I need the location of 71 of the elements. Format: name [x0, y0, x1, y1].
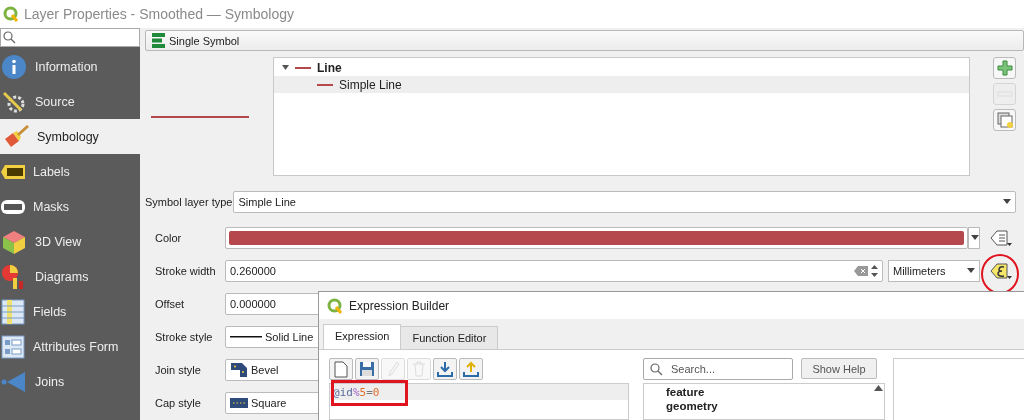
number-field[interactable]: 0.260000 [225, 260, 883, 282]
tab[interactable]: Function Editor [400, 326, 499, 349]
table-fields-icon [1, 298, 25, 325]
duplicate-icon [996, 112, 1013, 129]
dropdown-caret-icon [1003, 199, 1011, 205]
search-icon [650, 362, 663, 376]
save-icon [359, 361, 375, 377]
save-button[interactable] [355, 358, 379, 380]
sidebar-item[interactable]: Information [35, 59, 98, 74]
tree-item[interactable]: Simple Line [339, 78, 402, 92]
sidebar-item[interactable]: Attributes Form [33, 339, 119, 354]
sidebar-item[interactable]: Fields [33, 304, 67, 319]
pencil-icon [386, 361, 400, 377]
sidebar-item[interactable]: Masks [33, 199, 70, 214]
field-label: Offset [155, 298, 186, 311]
duplicate-layer-button[interactable] [993, 109, 1016, 132]
spin-arrows-icon [871, 265, 878, 277]
field-label: Color [155, 231, 183, 244]
sidebar-item[interactable]: Labels [33, 164, 70, 179]
show-help-button[interactable]: Show Help [801, 358, 877, 379]
plus-icon [996, 60, 1013, 77]
field-label: Join style [155, 364, 202, 377]
data-defined-override-button[interactable] [988, 260, 1014, 282]
unit-dropdown[interactable]: Millimeters [888, 260, 980, 282]
line-swatch-icon [295, 67, 311, 69]
sidebar-item[interactable]: Source [35, 94, 75, 109]
upload-icon [463, 361, 479, 377]
field-label: Stroke style [155, 331, 214, 344]
dropdown-caret-icon [967, 268, 975, 274]
stacked-bars-icon [152, 33, 165, 49]
clear-icon [854, 266, 868, 276]
sidebar-item[interactable]: Symbology [37, 129, 99, 144]
dropdown-caret-icon [971, 235, 979, 241]
add-layer-button[interactable] [993, 57, 1016, 80]
label-tag-icon [1, 164, 25, 179]
trash-icon [412, 361, 426, 377]
field-label: Cap style [155, 397, 202, 410]
sidebar-item[interactable]: 3D View [35, 234, 82, 249]
import-button[interactable] [433, 358, 457, 380]
paintbrush-icon [3, 124, 29, 149]
form-icon [1, 334, 25, 359]
cube-icon [1, 228, 27, 255]
tab[interactable]: Expression [323, 324, 402, 349]
download-icon [437, 361, 453, 377]
color-menu-button[interactable] [968, 226, 980, 249]
search-field[interactable]: Search... [643, 358, 793, 380]
dialog-title: Expression Builder [349, 298, 450, 313]
bevel-join-icon [230, 362, 248, 379]
function-group[interactable]: feature [666, 386, 884, 398]
line-swatch-icon [317, 84, 333, 86]
function-group[interactable]: geometry [666, 400, 884, 412]
color-button[interactable] [225, 226, 968, 249]
collapse-arrow-icon[interactable] [282, 64, 289, 72]
search-icon [3, 31, 16, 44]
new-file-icon [334, 360, 348, 378]
sidebar-item[interactable]: Diagrams [35, 269, 89, 284]
sidebar-item[interactable]: Joins [35, 374, 65, 389]
layer-type-dropdown[interactable]: Simple Line [233, 190, 1016, 213]
tree-item[interactable]: Line [317, 61, 342, 75]
field-label: Symbol layer type [145, 195, 234, 208]
window-title: Layer Properties - Smoothed — Symbology [24, 6, 294, 22]
renderer-dropdown[interactable]: Single Symbol [145, 30, 1024, 52]
info-icon [1, 53, 27, 80]
epsilon-expression-icon [990, 261, 1012, 281]
app-logo-icon [3, 6, 19, 22]
search-field[interactable] [0, 28, 140, 47]
data-defined-icon [990, 227, 1012, 248]
square-cap-icon [230, 397, 248, 410]
export-button[interactable] [459, 358, 483, 380]
app-logo-icon [327, 297, 343, 314]
field-label: Stroke width [155, 265, 217, 277]
